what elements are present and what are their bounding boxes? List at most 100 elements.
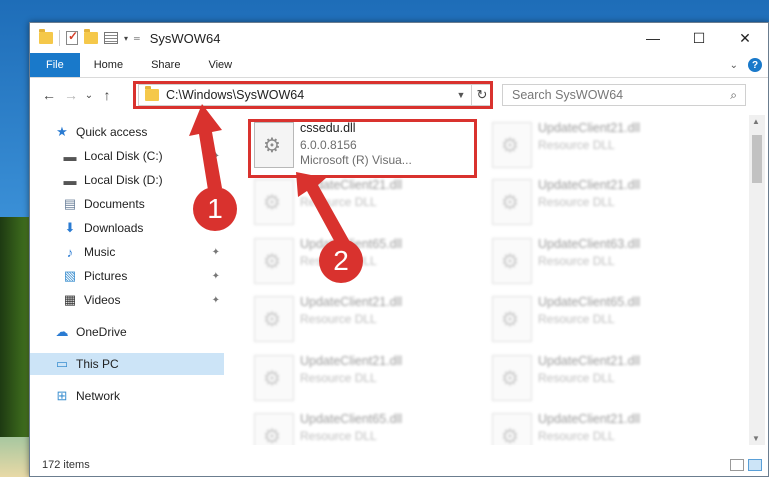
expand-ribbon-icon[interactable]: ⌄: [730, 60, 738, 71]
address-highlight-box: [133, 81, 493, 109]
dll-file-icon: [492, 355, 532, 401]
drive-icon: ▬: [63, 148, 77, 164]
sidebar-item-local-disk-c[interactable]: ▬ Local Disk (C:) ✦: [62, 145, 224, 167]
new-folder-icon[interactable]: [84, 29, 98, 44]
tab-view[interactable]: View: [194, 53, 246, 77]
file-item[interactable]: UpdateClient63.dll Resource DLL: [488, 236, 720, 292]
vertical-scrollbar[interactable]: ▲ ▼: [749, 115, 765, 445]
chevron-down-icon[interactable]: ▾: [124, 34, 128, 43]
tab-share[interactable]: Share: [137, 53, 194, 77]
sidebar-item-network[interactable]: ⊞ Network: [54, 385, 224, 407]
item-count: 172 items: [42, 459, 90, 471]
dll-file-icon: [254, 413, 294, 445]
properties-check-icon[interactable]: [66, 29, 78, 45]
up-button[interactable]: ↑: [96, 87, 118, 103]
search-input[interactable]: Search SysWOW64: [512, 88, 623, 102]
file-name: UpdateClient63.dll: [538, 237, 641, 251]
sidebar-item-label: Videos: [84, 293, 121, 307]
pin-icon[interactable]: ✦: [212, 295, 220, 306]
sidebar-item-videos[interactable]: ▦ Videos ✦: [62, 289, 224, 311]
tab-home[interactable]: Home: [80, 53, 137, 77]
scrollbar-thumb[interactable]: [752, 135, 762, 183]
pin-icon[interactable]: ✦: [212, 271, 220, 282]
videos-icon: ▦: [63, 292, 77, 307]
details-view-icon[interactable]: [730, 459, 744, 471]
file-item[interactable]: UpdateClient65.dllResource DLL: [250, 236, 482, 292]
star-icon: ★: [56, 124, 68, 139]
search-box[interactable]: Search SysWOW64 ⌕: [502, 84, 746, 106]
sidebar-item-label: Local Disk (C:): [84, 149, 163, 163]
sidebar-item-music[interactable]: ♪ Music ✦: [62, 241, 224, 263]
file-type: Resource DLL: [538, 429, 615, 443]
minimize-button[interactable]: —: [630, 23, 676, 53]
pin-icon[interactable]: ✦: [212, 175, 220, 186]
pin-icon[interactable]: ✦: [212, 151, 220, 162]
dll-file-icon: [254, 238, 294, 284]
help-icon[interactable]: ?: [748, 58, 762, 72]
file-name: UpdateClient21.dll: [538, 354, 641, 368]
file-type: Resource DLL: [538, 195, 615, 209]
sidebar-item-label: Network: [76, 389, 121, 403]
file-type: Resource DLL: [300, 371, 377, 385]
dll-file-icon: [254, 296, 294, 342]
drive-icon: ▬: [63, 172, 77, 188]
scroll-up-icon[interactable]: ▲: [752, 117, 760, 126]
recent-locations-button[interactable]: ⌄: [82, 90, 96, 101]
customize-toolbar-icon[interactable]: [104, 32, 118, 44]
file-name: UpdateClient21.dll: [300, 295, 403, 309]
sidebar-item-label: Music: [84, 245, 116, 259]
navigation-pane: ★ Quick access ▬ Local Disk (C:) ✦ ▬ Loc…: [30, 115, 224, 445]
sidebar-item-label: Downloads: [84, 221, 144, 235]
search-icon[interactable]: ⌕: [730, 88, 737, 103]
dll-file-icon: [492, 238, 532, 284]
sidebar-item-local-disk-d[interactable]: ▬ Local Disk (D:) ✦: [62, 169, 224, 191]
tab-file[interactable]: File: [30, 53, 80, 77]
sidebar-item-label: OneDrive: [76, 325, 127, 339]
sidebar-item-pictures[interactable]: ▧ Pictures ✦: [62, 265, 224, 287]
sidebar-item-this-pc[interactable]: ▭ This PC: [30, 353, 224, 375]
folder-icon: [39, 29, 53, 44]
sidebar-item-quick-access[interactable]: ★ Quick access: [54, 121, 224, 143]
file-item[interactable]: UpdateClient21.dll Resource DLL: [488, 411, 720, 445]
file-type: Resource DLL: [538, 254, 615, 268]
large-icons-view-icon[interactable]: [748, 459, 762, 471]
pictures-icon: ▧: [63, 268, 77, 283]
window-title: SysWOW64: [149, 30, 221, 46]
file-item[interactable]: UpdateClient21.dll Resource DLL: [488, 177, 720, 233]
status-bar: 172 items: [30, 454, 768, 476]
file-type: Resource DLL: [538, 371, 615, 385]
toolbar-menu-icon[interactable]: ═: [134, 34, 140, 43]
file-item[interactable]: UpdateClient21.dll Resource DLL: [250, 177, 482, 233]
maximize-button[interactable]: ☐: [676, 23, 722, 53]
file-item[interactable]: UpdateClient21.dll Resource DLL: [250, 294, 482, 350]
file-name: UpdateClient65.dll: [300, 412, 403, 426]
file-item[interactable]: UpdateClient21.dll Resource DLL: [488, 120, 720, 176]
forward-button[interactable]: →: [60, 87, 82, 103]
view-toggle: [730, 459, 762, 471]
file-name: UpdateClient21.dll: [300, 354, 403, 368]
computer-icon: ▭: [55, 356, 69, 371]
sidebar-item-onedrive[interactable]: ☁ OneDrive: [54, 321, 224, 343]
back-button[interactable]: ←: [38, 87, 60, 103]
divider: [59, 30, 60, 46]
ribbon-tabs: File Home Share View ⌄ ?: [30, 53, 768, 78]
title-bar[interactable]: ▾ ═ SysWOW64 — ☐ ✕: [30, 23, 768, 53]
cloud-icon: ☁: [55, 324, 69, 339]
dll-file-icon: [254, 355, 294, 401]
file-item[interactable]: UpdateClient65.dll Resource DLL: [250, 411, 482, 445]
step-2-badge: 2: [319, 239, 363, 283]
sidebar-item-label: Documents: [84, 197, 145, 211]
scroll-down-icon[interactable]: ▼: [752, 434, 760, 443]
file-item[interactable]: UpdateClient21.dll Resource DLL: [488, 353, 720, 409]
file-type: Resource DLL: [300, 429, 377, 443]
sidebar-item-label: Pictures: [84, 269, 128, 283]
file-item[interactable]: UpdateClient65.dllResource DLL: [488, 294, 720, 350]
file-type: Resource DLL: [300, 312, 377, 326]
dll-file-icon: [492, 413, 532, 445]
file-item[interactable]: UpdateClient21.dll Resource DLL: [250, 353, 482, 409]
dll-file-icon: [492, 296, 532, 342]
pin-icon[interactable]: ✦: [212, 247, 220, 258]
file-name: UpdateClient21.dll: [538, 412, 641, 426]
close-button[interactable]: ✕: [722, 23, 768, 53]
window-controls: — ☐ ✕: [630, 23, 768, 53]
